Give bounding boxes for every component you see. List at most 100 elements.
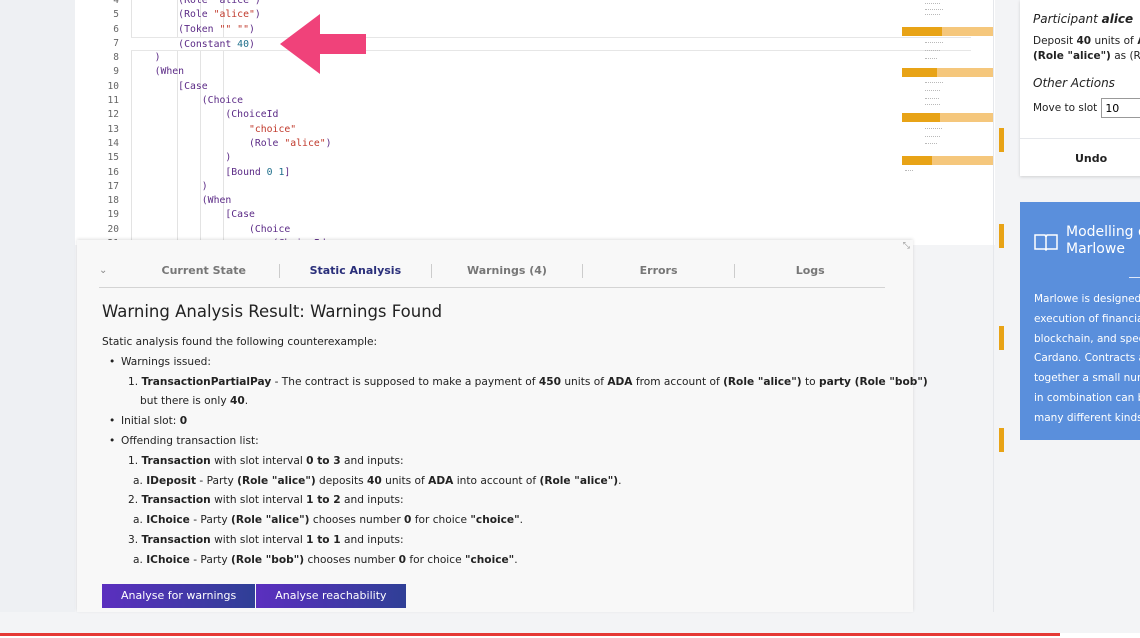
move-to-slot: Move to slot [1033, 98, 1140, 118]
code-line[interactable]: (Role "alice") [131, 0, 971, 8]
left-gutter [0, 0, 75, 612]
undo-button[interactable]: Undo [1020, 138, 1140, 176]
line-number: 6 [113, 23, 119, 35]
code-token: ) [131, 180, 208, 192]
code-line[interactable]: (When [131, 65, 971, 79]
video-progress-fill [0, 633, 1061, 636]
code-token: (When [131, 66, 185, 78]
scroll-marker[interactable] [999, 224, 1004, 248]
minimap-highlight [902, 27, 994, 36]
code-line[interactable]: [Case [131, 208, 971, 222]
line-number: 7 [113, 37, 119, 49]
line-number: 11 [107, 95, 119, 107]
minimap[interactable] [900, 0, 995, 175]
tutorial-text-line: blockchain, and spec [1034, 332, 1140, 345]
scroll-marker[interactable] [999, 428, 1004, 452]
minimap-highlight [902, 156, 994, 165]
code-token: [Bound [131, 166, 267, 178]
code-token: (Role [131, 137, 285, 149]
list-item: • Warnings issued: [109, 355, 211, 368]
code-line[interactable]: (When [131, 194, 971, 208]
tutorial-text-line: many different kinds [1034, 411, 1140, 424]
code-token: ) [254, 9, 261, 21]
slot-input[interactable] [1101, 98, 1140, 118]
participant-title: Participant alice [1033, 12, 1134, 26]
line-number: 19 [107, 209, 119, 221]
transaction-input: a. IChoice - Party (Role "alice") choose… [133, 514, 524, 527]
code-line[interactable]: (Role "alice") [131, 8, 971, 22]
code-token: "" "" [219, 23, 249, 35]
tab-warnings[interactable]: Warnings (4) [432, 264, 582, 277]
code-lines[interactable]: (Role "alice") (Role "alice") (Token "" … [131, 0, 971, 245]
tab-errors[interactable]: Errors [583, 264, 735, 277]
code-token: "alice" [213, 9, 255, 21]
code-line[interactable]: [Case [131, 80, 971, 94]
pink-arrow-icon [280, 14, 366, 74]
analysis-buttons: Analyse for warnings Analyse reachabilit… [102, 584, 406, 608]
line-number: 17 [107, 180, 119, 192]
code-token: ) [131, 152, 232, 164]
scroll-marker[interactable] [999, 128, 1004, 152]
scroll-marker[interactable] [999, 326, 1004, 350]
other-actions-heading: Other Actions [1033, 76, 1115, 90]
tutorial-body: Marlowe is designed execution of financia… [1034, 290, 1140, 429]
code-token: (ChoiceId [131, 109, 279, 121]
code-token: (When [131, 195, 232, 207]
transaction-item: 3. Transaction with slot interval 1 to 1… [128, 533, 404, 546]
transaction-input: a. IChoice - Party (Role "bob") chooses … [133, 553, 518, 566]
transaction-input: a. IDeposit - Party (Role "alice") depos… [133, 474, 622, 487]
deposit-action[interactable]: Deposit 40 units of A (Role "alice") as … [1033, 34, 1140, 64]
line-number: 15 [107, 152, 119, 164]
analysis-panel: ⤡ ⌄ Current State Static Analysis Warnin… [77, 240, 928, 612]
code-line[interactable]: (Constant 40) [131, 36, 971, 52]
code-line[interactable]: (ChoiceId [131, 108, 971, 122]
code-line[interactable]: (Token "" "") [131, 23, 971, 37]
tab-current-state[interactable]: Current State [129, 264, 279, 277]
code-token: "alice" [284, 137, 326, 149]
tutorial-card[interactable]: Modelling o Marlowe Marlowe is designed e… [1020, 202, 1140, 440]
code-editor[interactable]: 456789101112131415161718192021 (Role "al… [75, 0, 995, 245]
code-line[interactable]: (Role "alice") [131, 137, 971, 151]
resize-handle-icon[interactable]: ⤡ [903, 241, 910, 251]
deposit-line-2: (Role "alice") as (Ro [1033, 50, 1140, 62]
divider [1129, 277, 1140, 278]
analyse-reachability-button[interactable]: Analyse reachability [256, 584, 406, 608]
tab-logs[interactable]: Logs [735, 264, 885, 277]
divider [993, 0, 994, 612]
warning-item: 1. TransactionPartialPay - The contract … [128, 375, 928, 388]
code-line[interactable]: [Bound 0 1] [131, 166, 971, 180]
code-token: [Case [131, 80, 208, 92]
tab-static-analysis[interactable]: Static Analysis [280, 264, 432, 277]
code-token: ) [325, 137, 332, 149]
line-number: 16 [107, 166, 119, 178]
code-line[interactable]: ) [131, 180, 971, 194]
code-token: ) [248, 38, 255, 50]
code-line[interactable]: (Choice [131, 94, 971, 108]
transaction-item: 1. Transaction with slot interval 0 to 3… [128, 454, 404, 467]
chevron-down-icon[interactable]: ⌄ [99, 265, 129, 276]
line-number: 14 [107, 137, 119, 149]
tutorial-text-line: in combination can b [1034, 391, 1140, 404]
analyse-warnings-button[interactable]: Analyse for warnings [102, 584, 256, 608]
code-token: ] [284, 166, 291, 178]
app-window: 456789101112131415161718192021 (Role "al… [0, 0, 1140, 638]
code-token: (Token [131, 23, 220, 35]
code-token: [Case [131, 209, 255, 221]
code-line[interactable]: (Choice [131, 223, 971, 237]
line-number: 10 [107, 80, 119, 92]
line-number: 8 [113, 52, 119, 64]
code-line[interactable]: "choice" [131, 123, 971, 137]
line-number: 13 [107, 123, 119, 135]
code-token: (Constant [131, 38, 238, 50]
code-line[interactable]: ) [131, 51, 971, 65]
deposit-line-1: Deposit 40 units of A [1033, 35, 1140, 47]
line-number: 5 [113, 9, 119, 21]
minimap-highlight [902, 68, 994, 77]
result-heading: Warning Analysis Result: Warnings Found [102, 302, 443, 321]
code-line[interactable]: ) [131, 151, 971, 165]
book-icon [1034, 234, 1058, 251]
participant-card: Participant alice Deposit 40 units of A … [1020, 0, 1140, 176]
code-token: (Role "alice") [131, 0, 261, 6]
warning-item-continued: but there is only 40. [140, 395, 249, 408]
